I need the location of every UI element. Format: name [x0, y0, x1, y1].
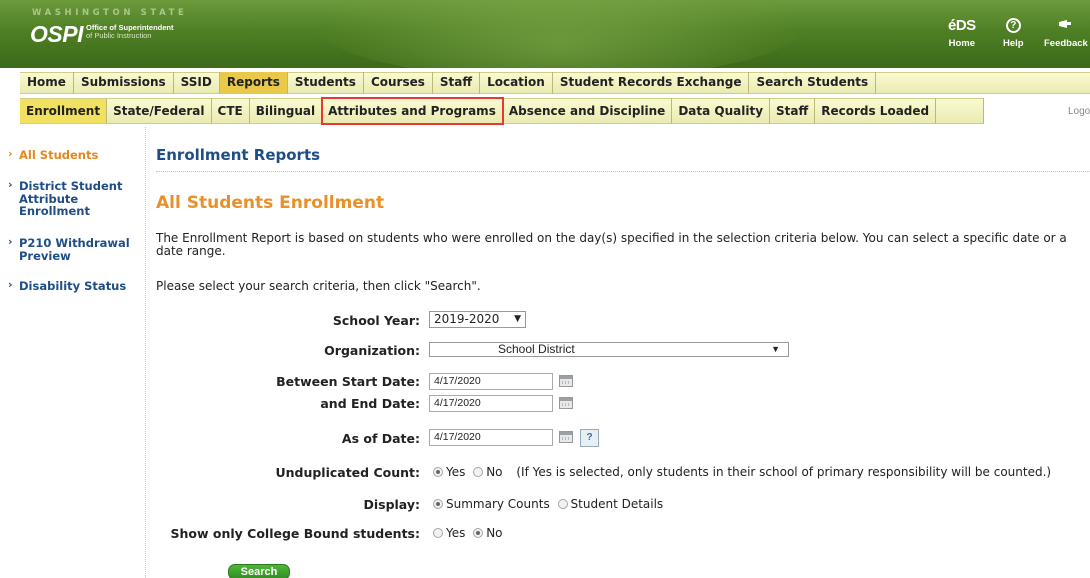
- dropdown-arrow-icon: ▼: [771, 344, 780, 354]
- chevron-right-icon: ›: [8, 235, 13, 248]
- as-of-date-help-button[interactable]: ?: [580, 429, 599, 447]
- start-date-label: Between Start Date:: [276, 374, 420, 389]
- subnav-state-federal[interactable]: State/Federal: [107, 98, 212, 124]
- as-of-date-label: As of Date:: [341, 431, 420, 446]
- ospi-logo[interactable]: OSPI: [30, 21, 83, 48]
- help-tool-label: Help: [1003, 38, 1024, 49]
- organization-label: Organization:: [324, 343, 420, 358]
- unduplicated-count-options: Yes No (If Yes is selected, only student…: [433, 465, 1051, 479]
- college-bound-yes-label: Yes: [446, 526, 466, 540]
- feedback-tool-label: Feedback: [1044, 38, 1088, 49]
- subnav-spacer: [936, 98, 985, 124]
- eds-logo-icon: éDS: [948, 16, 976, 34]
- title-divider: [156, 171, 1090, 172]
- sidebar-item-all-students[interactable]: › All Students: [8, 147, 140, 162]
- primary-nav: Home Submissions SSID Reports Students C…: [0, 68, 1090, 95]
- primary-nav-items: Home Submissions SSID Reports Students C…: [20, 72, 877, 94]
- chevron-right-icon: ›: [8, 178, 13, 191]
- nav-student-records-exchange[interactable]: Student Records Exchange: [553, 72, 750, 94]
- logo-tagline: WASHINGTON STATE: [32, 8, 188, 18]
- nav-search-students[interactable]: Search Students: [749, 72, 877, 94]
- college-bound-yes-radio[interactable]: [433, 528, 443, 538]
- nav-ssid[interactable]: SSID: [174, 72, 220, 94]
- unduplicated-yes-radio[interactable]: [433, 467, 443, 477]
- nav-location[interactable]: Location: [480, 72, 553, 94]
- unduplicated-note: (If Yes is selected, only students in th…: [516, 465, 1052, 479]
- display-student-details-label: Student Details: [570, 497, 664, 511]
- end-date-label: and End Date:: [320, 396, 420, 411]
- logout-link[interactable]: Logout: [1068, 106, 1090, 117]
- unduplicated-no-label: No: [486, 465, 503, 479]
- display-label: Display:: [363, 497, 420, 512]
- search-button[interactable]: Search: [228, 564, 290, 578]
- sidebar-item-label: All Students: [19, 148, 99, 162]
- organization-select[interactable]: School District ▼: [429, 342, 789, 357]
- sidebar-item-disability-status[interactable]: › Disability Status: [8, 278, 140, 293]
- help-tool[interactable]: ? Help: [1003, 14, 1024, 49]
- search-instructions: Please select your search criteria, then…: [156, 279, 481, 293]
- secondary-nav-items: Enrollment State/Federal CTE Bilingual A…: [20, 97, 985, 125]
- report-title: All Students Enrollment: [156, 193, 385, 213]
- header-decoration: [310, 0, 810, 68]
- subnav-absence-and-discipline[interactable]: Absence and Discipline: [502, 98, 673, 124]
- calendar-icon[interactable]: [559, 431, 573, 443]
- chevron-right-icon: ›: [8, 278, 13, 291]
- help-icon: ?: [1005, 17, 1021, 33]
- subnav-attributes-and-programs[interactable]: Attributes and Programs: [321, 97, 504, 125]
- display-options: Summary Counts Student Details: [433, 497, 667, 511]
- as-of-date-input[interactable]: 4/17/2020: [429, 429, 553, 446]
- app-header: WASHINGTON STATE OSPI Office of Superint…: [0, 0, 1090, 68]
- secondary-nav: Enrollment State/Federal CTE Bilingual A…: [0, 97, 1090, 127]
- feedback-tool[interactable]: Feedback: [1044, 14, 1088, 49]
- display-student-details-radio[interactable]: [557, 499, 568, 509]
- start-date-input[interactable]: 4/17/2020: [429, 373, 553, 390]
- home-tool[interactable]: éDS Home: [948, 14, 976, 50]
- display-summary-counts-label: Summary Counts: [446, 497, 550, 511]
- page-title: Enrollment Reports: [156, 146, 321, 164]
- calendar-icon[interactable]: [559, 397, 573, 409]
- logo-subtitle: Office of Superintendent of Public Instr…: [86, 24, 174, 40]
- nav-students[interactable]: Students: [288, 72, 364, 94]
- nav-submissions[interactable]: Submissions: [74, 72, 174, 94]
- sidebar: › All Students › District Student Attrib…: [0, 127, 146, 578]
- sidebar-item-label: P210 Withdrawal Preview: [19, 236, 130, 263]
- nav-staff[interactable]: Staff: [433, 72, 481, 94]
- school-year-select[interactable]: 2019-2020 ▼: [429, 311, 526, 328]
- feedback-icon: [1059, 20, 1071, 28]
- end-date-input[interactable]: 4/17/2020: [429, 395, 553, 412]
- calendar-icon[interactable]: [559, 375, 573, 387]
- unduplicated-no-radio[interactable]: [473, 467, 484, 477]
- organization-value: School District: [498, 342, 575, 356]
- college-bound-label: Show only College Bound students:: [170, 526, 420, 541]
- college-bound-no-radio[interactable]: [473, 528, 484, 538]
- nav-courses[interactable]: Courses: [364, 72, 433, 94]
- chevron-right-icon: ›: [8, 147, 13, 160]
- display-summary-counts-radio[interactable]: [433, 499, 443, 509]
- sidebar-item-p210-withdrawal-preview[interactable]: › P210 Withdrawal Preview: [8, 235, 140, 263]
- subnav-enrollment[interactable]: Enrollment: [20, 98, 108, 124]
- college-bound-no-label: No: [486, 526, 503, 540]
- school-year-value: 2019-2020: [434, 312, 500, 326]
- home-tool-label: Home: [948, 38, 976, 49]
- sidebar-item-label: Disability Status: [19, 279, 127, 293]
- report-description: The Enrollment Report is based on studen…: [156, 231, 1067, 258]
- subnav-data-quality[interactable]: Data Quality: [672, 98, 771, 124]
- unduplicated-count-label: Unduplicated Count:: [275, 465, 420, 480]
- school-year-label: School Year:: [332, 313, 420, 328]
- college-bound-options: Yes No: [433, 526, 507, 540]
- sidebar-item-label: District Student Attribute Enrollment: [19, 179, 123, 218]
- logo-subtitle-line2: of Public Instruction: [86, 31, 152, 40]
- subnav-staff[interactable]: Staff: [770, 98, 816, 124]
- nav-home[interactable]: Home: [20, 72, 74, 94]
- sidebar-item-district-student-attribute-enrollment[interactable]: › District Student Attribute Enrollment: [8, 178, 140, 218]
- subnav-bilingual[interactable]: Bilingual: [249, 98, 323, 124]
- subnav-cte[interactable]: CTE: [211, 98, 250, 124]
- dropdown-arrow-icon: ▼: [514, 314, 521, 324]
- subnav-records-loaded[interactable]: Records Loaded: [815, 98, 937, 124]
- unduplicated-yes-label: Yes: [446, 465, 466, 479]
- nav-reports[interactable]: Reports: [219, 72, 288, 94]
